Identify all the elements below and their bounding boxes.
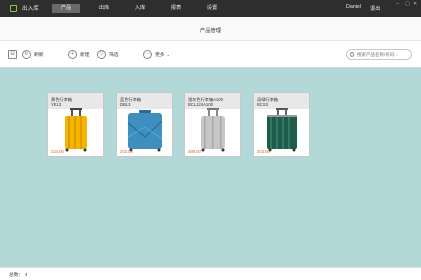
search-icon — [350, 52, 354, 57]
top-nav-bar: 出入库 产品 出库 入库 报表 设置 Daniel 退出 – ▢ ✕ — [0, 0, 421, 17]
status-bar: 总数： 4 — [0, 267, 421, 280]
logout-button[interactable]: 退出 — [370, 4, 381, 12]
product-price: 488.00 — [188, 149, 201, 154]
filter-icon: ▽ — [97, 49, 106, 59]
filter-label: 筛选 — [109, 52, 119, 58]
tab-products[interactable]: 产品 — [52, 4, 80, 13]
tab-inbound[interactable]: 入库 — [126, 4, 154, 13]
plus-icon: + — [68, 49, 77, 59]
more-label: 更多 — [155, 52, 165, 58]
filter-button[interactable]: ▽ 筛选 — [97, 49, 119, 59]
product-card[interactable]: 深绿行李箱 BCS3 203.00 — [253, 92, 310, 157]
app-logo-icon — [10, 5, 17, 12]
refresh-button[interactable]: ↻ 刷新 — [22, 49, 44, 59]
refresh-label: 刷新 — [34, 52, 44, 58]
page-header: 产品管理 — [0, 17, 421, 41]
more-button[interactable]: ⋯ 更多 ⌄ — [143, 49, 170, 59]
maximize-icon[interactable]: ▢ — [405, 1, 410, 7]
product-price: 224.00 — [51, 149, 64, 154]
tab-settings[interactable]: 设置 — [198, 4, 226, 13]
product-price: 203.00 — [120, 149, 133, 154]
product-card[interactable]: 银灰色行李箱A100 BCL124A100 488.00 — [184, 92, 241, 157]
product-card[interactable]: 蓝色行李箱 DBL3 203.00 — [116, 92, 173, 157]
grid-view-icon: ⊟ — [8, 49, 17, 59]
more-icon: ⋯ — [143, 49, 152, 59]
tab-outbound[interactable]: 出库 — [90, 4, 118, 13]
toolbar: ⊟ ↻ 刷新 + 新建 ▽ 筛选 ⋯ 更多 ⌄ — [0, 41, 421, 68]
add-button[interactable]: + 新建 — [68, 49, 90, 59]
product-card[interactable]: 黄色行李箱 YEL3 224.00 — [47, 92, 104, 157]
grid-view-button[interactable]: ⊟ — [8, 49, 20, 59]
product-grid: 黄色行李箱 YEL3 224.00 蓝色行李箱 DBL3 203.00 银灰色行… — [0, 68, 421, 267]
page-title: 产品管理 — [199, 28, 222, 34]
close-icon[interactable]: ✕ — [413, 1, 417, 7]
add-label: 新建 — [80, 52, 90, 58]
search-box[interactable] — [346, 49, 412, 60]
total-count: 总数： 4 — [9, 273, 28, 278]
refresh-icon: ↻ — [22, 49, 31, 59]
product-price: 203.00 — [257, 149, 270, 154]
minimize-icon[interactable]: – — [396, 1, 399, 7]
chevron-down-icon: ⌄ — [166, 51, 170, 57]
search-input[interactable] — [357, 52, 411, 57]
app-brand: 出入库 — [22, 6, 39, 12]
tab-reports[interactable]: 报表 — [162, 4, 190, 13]
user-name[interactable]: Daniel — [346, 4, 361, 10]
